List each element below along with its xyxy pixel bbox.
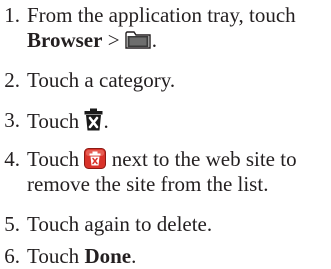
- step-text: From the application tray, touch Browser…: [27, 3, 296, 52]
- done-label: Done: [84, 244, 132, 268]
- step-number: 2.: [4, 68, 20, 92]
- step-text: Touch Done.: [27, 244, 137, 268]
- step-text: Touch a category.: [27, 68, 176, 92]
- step-number: 3.: [4, 108, 20, 132]
- trash-icon: [84, 108, 103, 131]
- step-text: Touch again to delete.: [27, 212, 213, 236]
- step-number: 4.: [4, 147, 20, 171]
- step-number: 1.: [4, 3, 20, 27]
- step-text: Touch next to the web site to remove the…: [27, 147, 297, 196]
- instruction-list: 1. From the application tray, touch Brow…: [0, 0, 331, 269]
- step-number: 6.: [4, 244, 20, 268]
- step-text: Touch .: [27, 108, 109, 133]
- folder-icon: [125, 29, 152, 50]
- step-number: 5.: [4, 212, 20, 236]
- browser-label: Browser: [27, 28, 103, 52]
- red-delete-icon: [84, 148, 107, 169]
